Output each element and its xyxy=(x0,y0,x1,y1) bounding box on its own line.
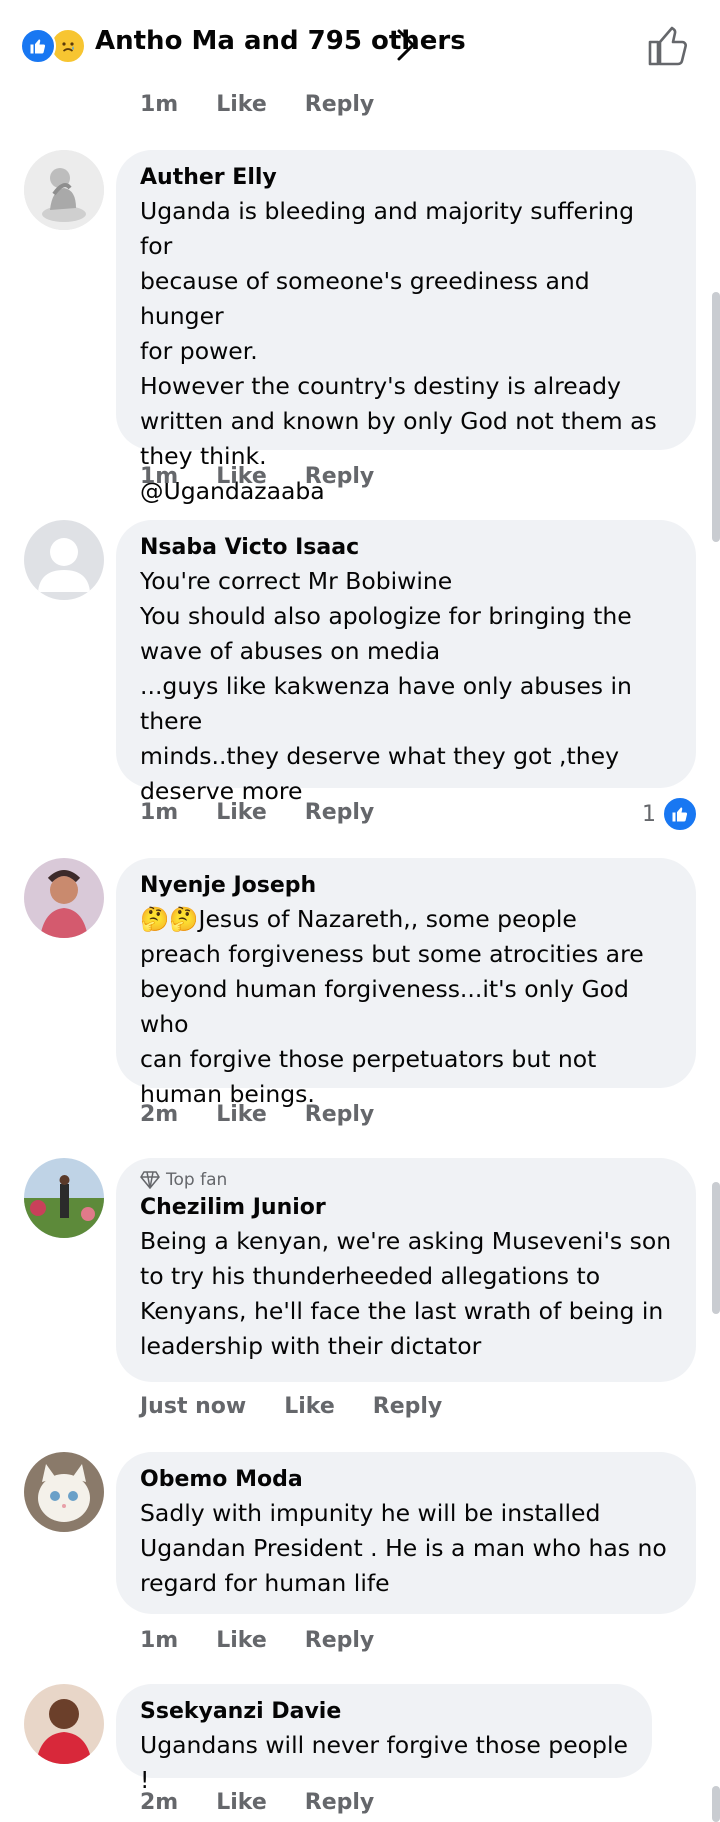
commenter-name[interactable]: Nsaba Victo Isaac xyxy=(140,532,672,564)
like-button[interactable]: Like xyxy=(216,1102,267,1127)
comment-actions: 2m Like Reply xyxy=(140,1102,412,1127)
reaction-icons[interactable] xyxy=(20,28,86,64)
commenter-name[interactable]: Ssekyanzi Davie xyxy=(140,1696,628,1728)
comment-time: Just now xyxy=(140,1394,247,1419)
reply-button[interactable]: Reply xyxy=(373,1394,443,1419)
commenter-name[interactable]: Auther Elly xyxy=(140,162,672,194)
reaction-count: 1 xyxy=(642,801,656,827)
comment-bubble[interactable]: Nyenje Joseph 🤔🤔Jesus of Nazareth,, some… xyxy=(116,858,696,1108)
comment-time: 1m xyxy=(140,800,179,825)
commenter-name[interactable]: Nyenje Joseph xyxy=(140,870,672,902)
like-button[interactable]: Like xyxy=(216,1628,267,1653)
reply-button[interactable]: Reply xyxy=(305,92,375,117)
comment-text: Being a kenyan, we're asking Museveni's … xyxy=(140,1227,672,1360)
comment-bubble[interactable]: Obemo Moda Sadly with impunity he will b… xyxy=(116,1452,696,1614)
scrollbar[interactable] xyxy=(712,1786,720,1822)
like-outline-icon[interactable] xyxy=(646,24,690,72)
comment-actions: 2m Like Reply xyxy=(140,1790,412,1815)
comment-bubble[interactable]: Auther Elly Uganda is bleeding and major… xyxy=(116,150,696,505)
reply-button[interactable]: Reply xyxy=(305,1790,375,1815)
comment-text: 🤔🤔Jesus of Nazareth,, some people preach… xyxy=(140,905,644,1108)
like-button[interactable]: Like xyxy=(284,1394,335,1419)
commenter-name[interactable]: Chezilim Junior xyxy=(140,1192,672,1224)
diamond-icon xyxy=(140,1171,160,1189)
comment-bubble[interactable]: Ssekyanzi Davie Ugandans will never forg… xyxy=(116,1684,652,1794)
avatar[interactable] xyxy=(24,1158,104,1238)
previous-comment-actions: 1m Like Reply xyxy=(140,92,412,117)
like-reaction-icon xyxy=(662,796,698,832)
avatar[interactable] xyxy=(24,1684,104,1764)
like-button[interactable]: Like xyxy=(216,464,267,489)
comment-time: 1m xyxy=(140,1628,179,1653)
reaction-count-badge[interactable]: 1 xyxy=(642,796,698,832)
comment-time: 1m xyxy=(140,92,179,117)
avatar[interactable] xyxy=(24,1452,104,1532)
comment-bubble[interactable]: Top fan Chezilim Junior Being a kenyan, … xyxy=(116,1158,696,1382)
avatar[interactable] xyxy=(24,150,104,230)
reactions-header: Antho Ma and 795 others xyxy=(0,0,720,90)
comment-time: 2m xyxy=(140,1102,179,1127)
comment-text: Uganda is bleeding and majority sufferin… xyxy=(140,197,657,505)
chevron-right-icon[interactable] xyxy=(396,28,416,66)
comment-text: Ugandans will never forgive those people… xyxy=(140,1731,628,1794)
comment-actions: 1m Like Reply xyxy=(140,464,412,489)
scrollbar[interactable] xyxy=(712,1182,720,1314)
comment-actions: 1m Like Reply xyxy=(140,1628,412,1653)
comment-text: You're correct Mr Bobiwine You should al… xyxy=(140,567,632,805)
avatar[interactable] xyxy=(24,858,104,938)
scrollbar[interactable] xyxy=(712,292,720,542)
like-button[interactable]: Like xyxy=(216,92,267,117)
reply-button[interactable]: Reply xyxy=(305,1628,375,1653)
comment-actions: 1m Like Reply xyxy=(140,800,412,825)
reply-button[interactable]: Reply xyxy=(305,1102,375,1127)
comment-time: 1m xyxy=(140,464,179,489)
comment-text: Sadly with impunity he will be installed… xyxy=(140,1499,667,1597)
like-button[interactable]: Like xyxy=(216,1790,267,1815)
like-reaction-icon xyxy=(20,28,56,64)
reply-button[interactable]: Reply xyxy=(305,800,375,825)
reply-button[interactable]: Reply xyxy=(305,464,375,489)
like-button[interactable]: Like xyxy=(216,800,267,825)
avatar[interactable] xyxy=(24,520,104,600)
top-fan-badge: Top fan xyxy=(140,1168,672,1192)
comment-bubble[interactable]: Nsaba Victo Isaac You're correct Mr Bobi… xyxy=(116,520,696,805)
commenter-name[interactable]: Obemo Moda xyxy=(140,1464,672,1496)
comment-actions: Just now Like Reply xyxy=(140,1394,480,1419)
comment-time: 2m xyxy=(140,1790,179,1815)
